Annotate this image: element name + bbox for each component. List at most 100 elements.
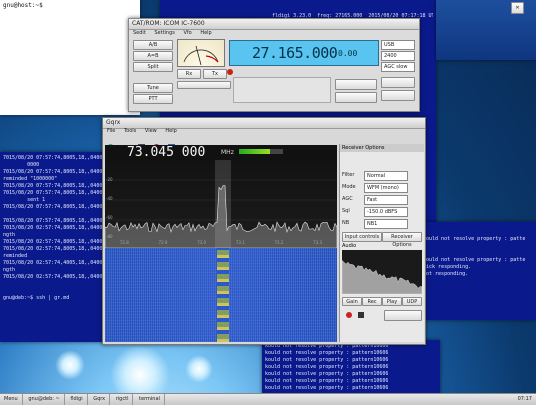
sdr-frequency-panel[interactable]: 73.045 000 MHz: [105, 145, 337, 160]
terminal-line: kould not resolve property : pattern1060…: [265, 385, 389, 391]
taskbar-item[interactable]: rigctl: [112, 394, 134, 405]
sdr-menu-item[interactable]: Tools: [124, 128, 136, 134]
bottom-terminal-body[interactable]: kould not resolve property : pattern1060…: [262, 340, 440, 394]
freq-tick: 72.8: [119, 240, 129, 245]
rig-menu-item[interactable]: Help: [200, 30, 211, 36]
rig-button-side[interactable]: [381, 77, 415, 88]
left-terminal-body[interactable]: 7015/08/20 07:57:74,8005,18,,04000 0000 7…: [0, 152, 112, 304]
audio-title: Audio: [342, 243, 357, 249]
terminal-line: kould not resolve property : pattern1060…: [265, 364, 389, 370]
white-terminal-body[interactable]: gnu@host:~$: [0, 0, 140, 12]
sdr-menu-bar: File Tools View Help: [107, 128, 184, 134]
terminal-line: 7015/08/20 02:57:74,8005,18,,04000: [3, 246, 106, 252]
taskbar-item[interactable]: gnu@deb: ~: [24, 394, 65, 405]
rig-button-side[interactable]: [381, 90, 415, 101]
terminal-line: kould not resolve property : pattern1060…: [265, 371, 389, 377]
audio-options-button[interactable]: [384, 310, 422, 321]
rig-button-ptt[interactable]: PTT: [133, 94, 173, 104]
terminal-line: Could not resolve property : patte: [423, 236, 526, 242]
sdr-title: Gqrx: [106, 119, 121, 126]
taskbar-menu-button[interactable]: Menu: [0, 394, 23, 405]
terminal-line: 0000: [3, 162, 40, 168]
rx-squelch-input[interactable]: -150.0 dBFS: [364, 207, 408, 217]
rig-menu-item[interactable]: Vfo: [183, 30, 191, 36]
rig-slider-track[interactable]: [177, 81, 231, 89]
taskbar-item[interactable]: terminal: [135, 394, 165, 405]
terminal-line: 7015/08/20 07:57:74,8005,18,,04000: [3, 169, 106, 175]
freq-tick: 72.9: [158, 240, 168, 245]
taskbar-item[interactable]: Gqrx: [89, 394, 111, 405]
waterfall-display[interactable]: [105, 248, 337, 342]
rig-menu-item[interactable]: Settings: [154, 30, 175, 36]
sdr-menu-item[interactable]: File: [107, 128, 115, 134]
rig-control-window[interactable]: CAT/ROM: ICOM IC-7600 Sedit Settings Vfo…: [128, 18, 420, 112]
rx-filter-select[interactable]: Normal: [364, 171, 408, 181]
terminal-line: gnu@host:~$: [3, 2, 43, 9]
bottom-terminal-window[interactable]: kould not resolve property : pattern1060…: [262, 340, 440, 395]
waterfall-carrier: [217, 248, 229, 342]
sdr-window[interactable]: Gqrx File Tools View Help 73.045 000 MHz…: [102, 117, 426, 345]
signal-level-meter: [239, 149, 283, 154]
sdr-menu-item[interactable]: Help: [165, 128, 176, 134]
audio-play-button[interactable]: Play: [382, 297, 402, 306]
terminal-line: kould not resolve property : pattern1060…: [265, 378, 389, 384]
rig-button-tune[interactable]: Tune: [133, 83, 173, 93]
right-terminal-window[interactable]: Could not resolve property : patte Could…: [420, 222, 536, 320]
spectrum-plot[interactable]: 72.8 72.9 73.0 73.1 73.2 73.3 -20 -40 -6…: [104, 160, 338, 249]
freq-tick: 73.2: [274, 240, 284, 245]
rx-agc-select[interactable]: Fast: [364, 195, 408, 205]
terminal-line: 7015/08/20 07:57:74,8005,18,,04000: [3, 155, 106, 161]
sdr-menu-item[interactable]: View: [145, 128, 157, 134]
audio-fft-plot: [341, 250, 423, 295]
rx-nb-select[interactable]: NB1: [364, 219, 408, 229]
rig-button-mid[interactable]: [335, 79, 377, 90]
terminal-line: 7015/08/20 02:57:74,4005,18,,04000: [3, 274, 106, 280]
rig-button-a-eq-b[interactable]: A=B: [133, 51, 173, 61]
rx-mode-select[interactable]: WFM (mono): [364, 183, 408, 193]
terminal-line: 7015/08/20 07:57:74,8005,18,,04000: [3, 190, 106, 196]
stop-icon[interactable]: [358, 312, 364, 318]
audio-rec-button[interactable]: Rec: [362, 297, 382, 306]
tab-receiver-options[interactable]: Receiver Options: [382, 232, 422, 248]
white-terminal-window[interactable]: gnu@host:~$: [0, 0, 140, 115]
rig-frequency-display[interactable]: 27.165.000 0.00: [229, 40, 379, 66]
rig-button-a-b[interactable]: A/B: [133, 40, 173, 50]
terminal-line: ngth: [3, 232, 16, 238]
record-icon[interactable]: [346, 312, 352, 318]
db-tick: -80: [106, 234, 113, 239]
sdr-frequency-unit: MHz: [221, 149, 234, 156]
rig-mode-select[interactable]: USB: [381, 40, 415, 50]
terminal-line: 7015/08/20 02:57:74,4005,18,,04000: [3, 260, 106, 266]
freq-tick: 73.1: [235, 240, 245, 245]
rig-bandwidth-select[interactable]: 2400: [381, 51, 415, 61]
left-terminal-window[interactable]: 7015/08/20 07:57:74,8005,18,,04000 0000 7…: [0, 152, 112, 342]
rig-sub-frequency: 0.00: [338, 49, 358, 58]
rig-menu-item[interactable]: Sedit: [133, 30, 146, 36]
window-close-button[interactable]: ✕: [511, 2, 524, 14]
s-meter-needle-icon: [183, 45, 219, 66]
audio-gain-button[interactable]: Gain: [342, 297, 362, 306]
audio-udp-button[interactable]: UDP: [402, 297, 422, 306]
rx-label: Sql: [342, 208, 350, 214]
rx-label: Mode: [342, 184, 356, 190]
rig-frequency: 27.165.000: [252, 44, 338, 62]
rig-button-rx[interactable]: Rx: [177, 69, 201, 79]
spectrum-trace: [104, 160, 338, 249]
tab-input-controls[interactable]: Input controls: [342, 232, 382, 242]
rig-agc-select[interactable]: AGC slow: [381, 62, 415, 72]
rig-button-split[interactable]: Split: [133, 62, 173, 72]
rx-label: Filter: [342, 172, 355, 178]
db-tick: -20: [106, 177, 113, 182]
rig-button-mid[interactable]: [335, 92, 377, 103]
rx-label: AGC: [342, 196, 353, 202]
rig-button-tx[interactable]: Tx: [203, 69, 227, 79]
terminal-line: kould not resolve property : pattern1060…: [265, 350, 389, 356]
taskbar-item[interactable]: fldigi: [66, 394, 88, 405]
terminal-line: 7015/08/20 07:57:74,8005,18,,04000: [3, 204, 106, 210]
right-terminal-body[interactable]: Could not resolve property : patte Could…: [420, 222, 536, 280]
rig-title-bar[interactable]: CAT/ROM: ICOM IC-7600: [129, 19, 419, 30]
sdr-toolbar: [107, 136, 197, 151]
rx-label: NB: [342, 220, 350, 226]
